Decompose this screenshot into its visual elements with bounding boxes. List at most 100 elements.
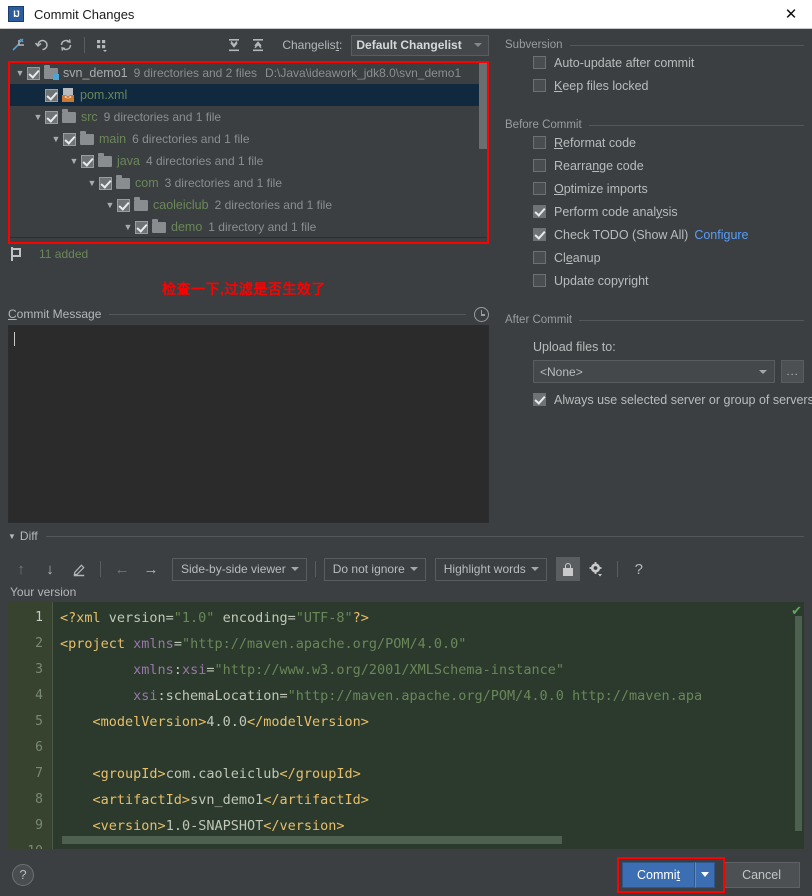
before-commit-checkbox[interactable] xyxy=(533,228,546,241)
lock-icon[interactable] xyxy=(555,557,580,581)
before-commit-checkbox[interactable] xyxy=(533,159,546,172)
tree-row-checkbox[interactable] xyxy=(117,198,130,212)
close-icon[interactable]: ✕ xyxy=(780,3,802,25)
diff-code-viewer[interactable]: 1 2 3 4 5 6 7 8 9 10 <?xml version="1.0" encoding… xyxy=(8,602,804,849)
before-commit-checkbox[interactable] xyxy=(533,182,546,195)
expand-arrow-icon[interactable]: ▼ xyxy=(121,222,135,232)
tree-row-name: java xyxy=(117,154,140,168)
tree-row-checkbox[interactable] xyxy=(27,66,40,80)
previous-difference-icon[interactable]: ↑ xyxy=(8,556,34,582)
tree-row-name: demo xyxy=(171,220,203,234)
tree-row-checkbox[interactable] xyxy=(45,110,58,124)
before-commit-checkbox[interactable] xyxy=(533,274,546,287)
tree-row-checkbox[interactable] xyxy=(99,176,112,190)
expand-arrow-icon[interactable]: ▼ xyxy=(31,112,45,122)
chevron-down-icon xyxy=(409,567,418,571)
always-use-server-row[interactable]: Always use selected server or group of s… xyxy=(505,388,812,411)
code-content[interactable]: <?xml version="1.0" encoding="UTF-8"?> <p… xyxy=(53,602,804,849)
tree-row[interactable]: ▼ svn_demo1 9 directories and 2 files D:\Ja… xyxy=(9,62,488,84)
tree-row-meta: 6 directories and 1 file xyxy=(132,132,250,146)
expand-all-icon[interactable] xyxy=(223,33,245,57)
before-commit-checkbox[interactable] xyxy=(533,136,546,149)
changelist-dropdown[interactable]: Default Changelist xyxy=(351,34,489,56)
accept-right-icon[interactable]: → xyxy=(138,556,164,582)
clock-icon[interactable] xyxy=(474,306,489,322)
commit-dropdown-button[interactable] xyxy=(695,861,716,888)
dialog-body: Changelist: Default Changelist ▼ svn_demo… xyxy=(0,29,812,896)
tree-row[interactable]: ▼ caoleiclub 2 directories and 1 file xyxy=(9,194,488,216)
chevron-down-icon xyxy=(290,567,299,571)
upload-server-dropdown[interactable]: <None> xyxy=(533,360,776,383)
code-vertical-scrollbar[interactable] xyxy=(795,616,802,831)
always-use-server-checkbox[interactable] xyxy=(533,393,546,406)
before-commit-option-row[interactable]: Cleanup xyxy=(505,246,804,269)
tree-row[interactable]: ▼ java 4 directories and 1 file xyxy=(9,150,488,172)
collapse-all-icon[interactable] xyxy=(247,33,269,57)
viewer-mode-dropdown[interactable]: Side-by-side viewer xyxy=(172,557,307,581)
subversion-option-row[interactable]: Keep files locked xyxy=(505,74,804,97)
tree-row-checkbox[interactable] xyxy=(135,220,148,234)
before-commit-option-row[interactable]: Update copyright xyxy=(505,269,804,292)
always-use-server-label: Always use selected server or group of s… xyxy=(554,392,812,407)
refresh-icon[interactable] xyxy=(55,33,77,57)
group-by-icon[interactable] xyxy=(92,33,114,57)
configure-link[interactable]: Configure xyxy=(694,228,748,242)
subversion-checkbox[interactable] xyxy=(533,79,546,92)
ignore-mode-dropdown[interactable]: Do not ignore xyxy=(323,557,426,581)
text-caret xyxy=(14,332,15,346)
commit-message-header: Commit Message xyxy=(8,306,489,322)
code-horizontal-scrollbar[interactable] xyxy=(62,836,562,844)
revert-icon[interactable] xyxy=(32,33,54,57)
before-commit-label: Cleanup xyxy=(554,250,601,265)
accept-left-icon[interactable]: ← xyxy=(109,556,135,582)
tree-scrollbar-thumb[interactable] xyxy=(479,63,487,149)
before-commit-option-row[interactable]: Perform code analysis xyxy=(505,200,804,223)
subversion-checkbox[interactable] xyxy=(533,56,546,69)
tree-row[interactable]: ▼ demo 1 directory and 1 file xyxy=(9,216,488,237)
tree-row-checkbox[interactable] xyxy=(45,88,58,102)
before-commit-option-row[interactable]: Reformat code xyxy=(505,131,804,154)
diff-section-header[interactable]: ▼ Diff xyxy=(8,528,804,544)
window-title: Commit Changes xyxy=(34,6,135,22)
group-by-glyph xyxy=(97,40,108,52)
gear-icon[interactable] xyxy=(583,556,609,582)
before-commit-option-row[interactable]: Check TODO (Show All) Configure xyxy=(505,223,804,246)
code-line: <modelVersion>4.0.0</modelVersion> xyxy=(92,714,369,730)
xml-file-icon: <> xyxy=(62,88,75,102)
tree-scrollbar[interactable] xyxy=(479,63,487,236)
cancel-button[interactable]: Cancel xyxy=(723,861,800,888)
collapse-selection-icon[interactable] xyxy=(8,33,30,57)
help-button[interactable]: ? xyxy=(12,863,34,886)
next-difference-icon[interactable]: ↓ xyxy=(37,556,63,582)
tree-row-checkbox[interactable] xyxy=(63,132,76,146)
commit-button[interactable]: Commi t xyxy=(622,861,696,888)
changes-tree[interactable]: ▼ svn_demo1 9 directories and 2 files D:\Ja… xyxy=(8,61,489,238)
subversion-option-row[interactable]: Auto-update after commit xyxy=(505,51,804,74)
highlight-mode-dropdown[interactable]: Highlight words xyxy=(434,557,547,581)
code-line: xmlns:xsi="http://www.w3.org/2001/XMLSch… xyxy=(133,662,564,678)
tree-row-checkbox[interactable] xyxy=(81,154,94,168)
tree-row[interactable]: ▼ src 9 directories and 1 file xyxy=(9,106,488,128)
tree-row[interactable]: ▼ main 6 directories and 1 file xyxy=(9,128,488,150)
before-commit-option-row[interactable]: Optimize imports xyxy=(505,177,804,200)
before-commit-label: Rearrange code xyxy=(554,158,644,173)
browse-button[interactable]: ... xyxy=(781,360,804,383)
expand-arrow-icon[interactable]: ▼ xyxy=(49,134,63,144)
expand-arrow-icon[interactable]: ▼ xyxy=(67,156,81,166)
tree-row[interactable]: <> pom.xml xyxy=(9,84,488,106)
tree-row-name: src xyxy=(81,110,98,124)
commit-message-input[interactable] xyxy=(8,325,489,523)
tree-row[interactable]: ▼ com 3 directories and 1 file xyxy=(9,172,488,194)
subversion-section-header: Subversion xyxy=(505,39,804,51)
expand-arrow-icon[interactable]: ▼ xyxy=(85,178,99,188)
expand-arrow-icon[interactable]: ▼ xyxy=(13,68,27,78)
expand-arrow-icon[interactable]: ▼ xyxy=(103,200,117,210)
line-number: 8 xyxy=(35,792,43,807)
edit-source-icon[interactable] xyxy=(66,556,92,582)
before-commit-checkbox[interactable] xyxy=(533,205,546,218)
before-commit-option-row[interactable]: Rearrange code xyxy=(505,154,804,177)
question-mark-icon[interactable]: ? xyxy=(626,556,652,582)
before-commit-label: Reformat code xyxy=(554,135,636,150)
line-number: 1 xyxy=(35,610,43,625)
before-commit-checkbox[interactable] xyxy=(533,251,546,264)
